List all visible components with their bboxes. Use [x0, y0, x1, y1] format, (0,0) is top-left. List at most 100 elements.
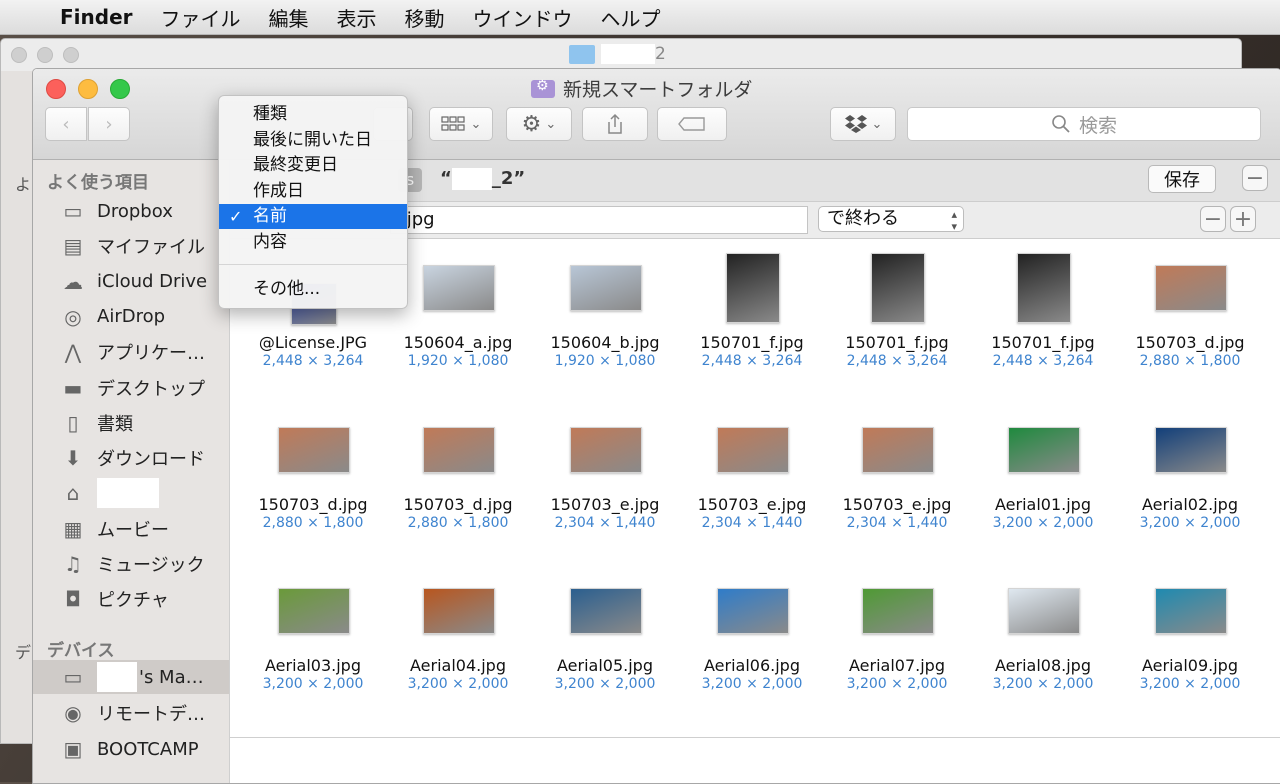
tag-button[interactable] — [657, 107, 727, 141]
file-name: 150703_d.jpg — [403, 495, 513, 514]
sidebar-device-item[interactable]: ▭ 's Ma… — [33, 660, 229, 694]
file-item[interactable]: Aerial05.jpg 3,200 × 2,000 — [532, 562, 678, 712]
movies-icon: ▦ — [63, 516, 83, 541]
menu-item-other[interactable]: その他... — [219, 277, 407, 302]
sidebar-item-label: Dropbox — [97, 200, 173, 222]
file-item[interactable]: 150604_b.jpg 1,920 × 1,080 — [532, 239, 678, 389]
action-button[interactable]: ⚙ ⌄ — [506, 107, 572, 141]
menu-item[interactable]: ✓ 名前 — [219, 204, 407, 230]
minimize-button[interactable] — [78, 79, 98, 99]
file-dimensions: 2,880 × 1,800 — [407, 515, 509, 531]
back-button[interactable]: ‹ — [45, 107, 87, 141]
sidebar-item[interactable]: ☁ iCloud Drive — [33, 265, 229, 299]
arrange-button[interactable]: ⌄ — [429, 107, 493, 141]
file-name: Aerial05.jpg — [557, 656, 653, 675]
sidebar-item-label: iCloud Drive — [97, 271, 208, 293]
file-item[interactable]: Aerial01.jpg 3,200 × 2,000 — [970, 401, 1116, 551]
sidebar-item-label: リモートデ… — [97, 704, 205, 725]
dropbox-button[interactable]: ⌄ — [830, 107, 896, 141]
share-button[interactable] — [582, 107, 648, 141]
file-name: 150703_d.jpg — [258, 495, 368, 514]
menu-go[interactable]: 移動 — [391, 3, 459, 32]
file-name: 150701_f.jpg — [700, 333, 804, 352]
file-dimensions: 3,200 × 2,000 — [1139, 676, 1241, 692]
remove-criteria-button[interactable]: − — [1200, 206, 1226, 232]
close-button[interactable] — [46, 79, 66, 99]
file-item[interactable]: 150703_e.jpg 2,304 × 1,440 — [679, 401, 825, 551]
file-item[interactable]: 150703_e.jpg 2,304 × 1,440 — [532, 401, 678, 551]
add-criteria-button[interactable]: + — [1230, 206, 1256, 232]
sidebar-device-item[interactable]: ◉ リモートデ… — [33, 696, 229, 730]
sidebar-item[interactable]: ⬇ ダウンロード — [33, 441, 229, 475]
sidebar-item[interactable]: ▤ マイファイル — [33, 229, 229, 263]
file-item[interactable]: 150701_f.jpg 2,448 × 3,264 — [970, 239, 1116, 389]
menu-item[interactable]: 作成日 — [219, 179, 407, 204]
image-thumbnail — [717, 588, 789, 634]
criteria-value-input[interactable]: .jpg — [390, 206, 808, 234]
file-item[interactable]: Aerial02.jpg 3,200 × 2,000 — [1117, 401, 1263, 551]
search-scope-label[interactable]: “_2” — [440, 168, 525, 190]
inactive-zoom-button[interactable] — [63, 47, 79, 63]
menu-window[interactable]: ウインドウ — [459, 3, 587, 32]
remove-criteria-group-button[interactable]: − — [1242, 165, 1268, 191]
menu-item[interactable]: 種類 — [219, 102, 407, 127]
sidebar: よく使う項目 ▭ Dropbox ▤ マイファイル ☁ iCloud Drive ◎ AirD… — [33, 160, 230, 783]
menu-bar: Finder ファイル 編集 表示 移動 ウインドウ ヘルプ — [0, 0, 1280, 35]
sidebar-item[interactable]: ▭ Dropbox — [33, 194, 229, 228]
menu-help[interactable]: ヘルプ — [587, 3, 675, 32]
sidebar-item-label: 's Ma… — [139, 666, 204, 688]
file-item[interactable]: Aerial09.jpg 3,200 × 2,000 — [1117, 562, 1263, 712]
file-item[interactable]: 150703_e.jpg 2,304 × 1,440 — [824, 401, 970, 551]
sidebar-item[interactable]: ▬ デスクトップ — [33, 371, 229, 405]
sidebar-fragment-text: よ — [15, 175, 32, 194]
redacted-text — [451, 168, 492, 190]
image-thumbnail — [423, 588, 495, 634]
chevron-down-icon: ⌄ — [470, 116, 482, 132]
sidebar-item[interactable]: ♫ ミュージック — [33, 547, 229, 581]
file-item[interactable]: 150703_d.jpg 2,880 × 1,800 — [240, 401, 386, 551]
file-name: Aerial09.jpg — [1142, 656, 1238, 675]
inactive-minimize-button[interactable] — [37, 47, 53, 63]
file-item[interactable]: Aerial03.jpg 3,200 × 2,000 — [240, 562, 386, 712]
file-item[interactable]: 150703_d.jpg 2,880 × 1,800 — [1117, 239, 1263, 389]
sidebar-header-favorites: よく使う項目 — [47, 173, 149, 193]
inactive-close-button[interactable] — [11, 47, 27, 63]
file-item[interactable]: Aerial06.jpg 3,200 × 2,000 — [679, 562, 825, 712]
save-button[interactable]: 保存 — [1148, 165, 1216, 193]
menu-item[interactable]: 内容 — [219, 230, 407, 255]
file-item[interactable]: 150701_f.jpg 2,448 × 3,264 — [824, 239, 970, 389]
menu-item[interactable]: 最後に開いた日 — [219, 128, 407, 153]
menu-finder[interactable]: Finder — [46, 5, 147, 29]
folder-icon: ▭ — [63, 199, 83, 223]
image-thumbnail — [570, 588, 642, 634]
file-name: 150604_a.jpg — [403, 333, 513, 352]
menu-edit[interactable]: 編集 — [255, 3, 323, 32]
home-icon: ⌂ — [66, 481, 80, 506]
file-item[interactable]: Aerial07.jpg 3,200 × 2,000 — [824, 562, 970, 712]
applications-icon: ⋀ — [64, 340, 82, 365]
sidebar-item[interactable]: ▯ 書類 — [33, 406, 229, 440]
file-name: Aerial03.jpg — [265, 656, 361, 675]
menu-view[interactable]: 表示 — [323, 3, 391, 32]
sidebar-item[interactable]: ◎ AirDrop — [33, 300, 229, 334]
forward-button[interactable]: › — [88, 107, 130, 141]
sidebar-item[interactable]: ▦ ムービー — [33, 512, 229, 546]
sidebar-item-label: アプリケー… — [97, 343, 205, 365]
chevron-left-icon: ‹ — [62, 113, 70, 135]
file-item[interactable]: Aerial04.jpg 3,200 × 2,000 — [385, 562, 531, 712]
sidebar-item[interactable]: ◘ ピクチャ — [33, 582, 229, 616]
file-item[interactable]: 150701_f.jpg 2,448 × 3,264 — [679, 239, 825, 389]
sidebar-item[interactable]: ⌂ — [33, 476, 229, 510]
sidebar-item-label: マイファイル — [97, 237, 205, 259]
menu-item[interactable]: 最終変更日 — [219, 153, 407, 178]
file-item[interactable]: 150703_d.jpg 2,880 × 1,800 — [385, 401, 531, 551]
zoom-button[interactable] — [110, 79, 130, 99]
search-field[interactable]: 検索 — [907, 107, 1261, 141]
sidebar-item-label: ムービー — [97, 519, 169, 541]
sidebar-item[interactable]: ⋀ アプリケー… — [33, 335, 229, 369]
sidebar-device-item[interactable]: ▣ BOOTCAMP — [33, 732, 229, 766]
criteria-operator-select[interactable]: で終わる ▴ ▾ — [818, 206, 964, 233]
file-item[interactable]: Aerial08.jpg 3,200 × 2,000 — [970, 562, 1116, 712]
menu-file[interactable]: ファイル — [147, 3, 255, 32]
all-my-files-icon: ▤ — [63, 234, 83, 259]
